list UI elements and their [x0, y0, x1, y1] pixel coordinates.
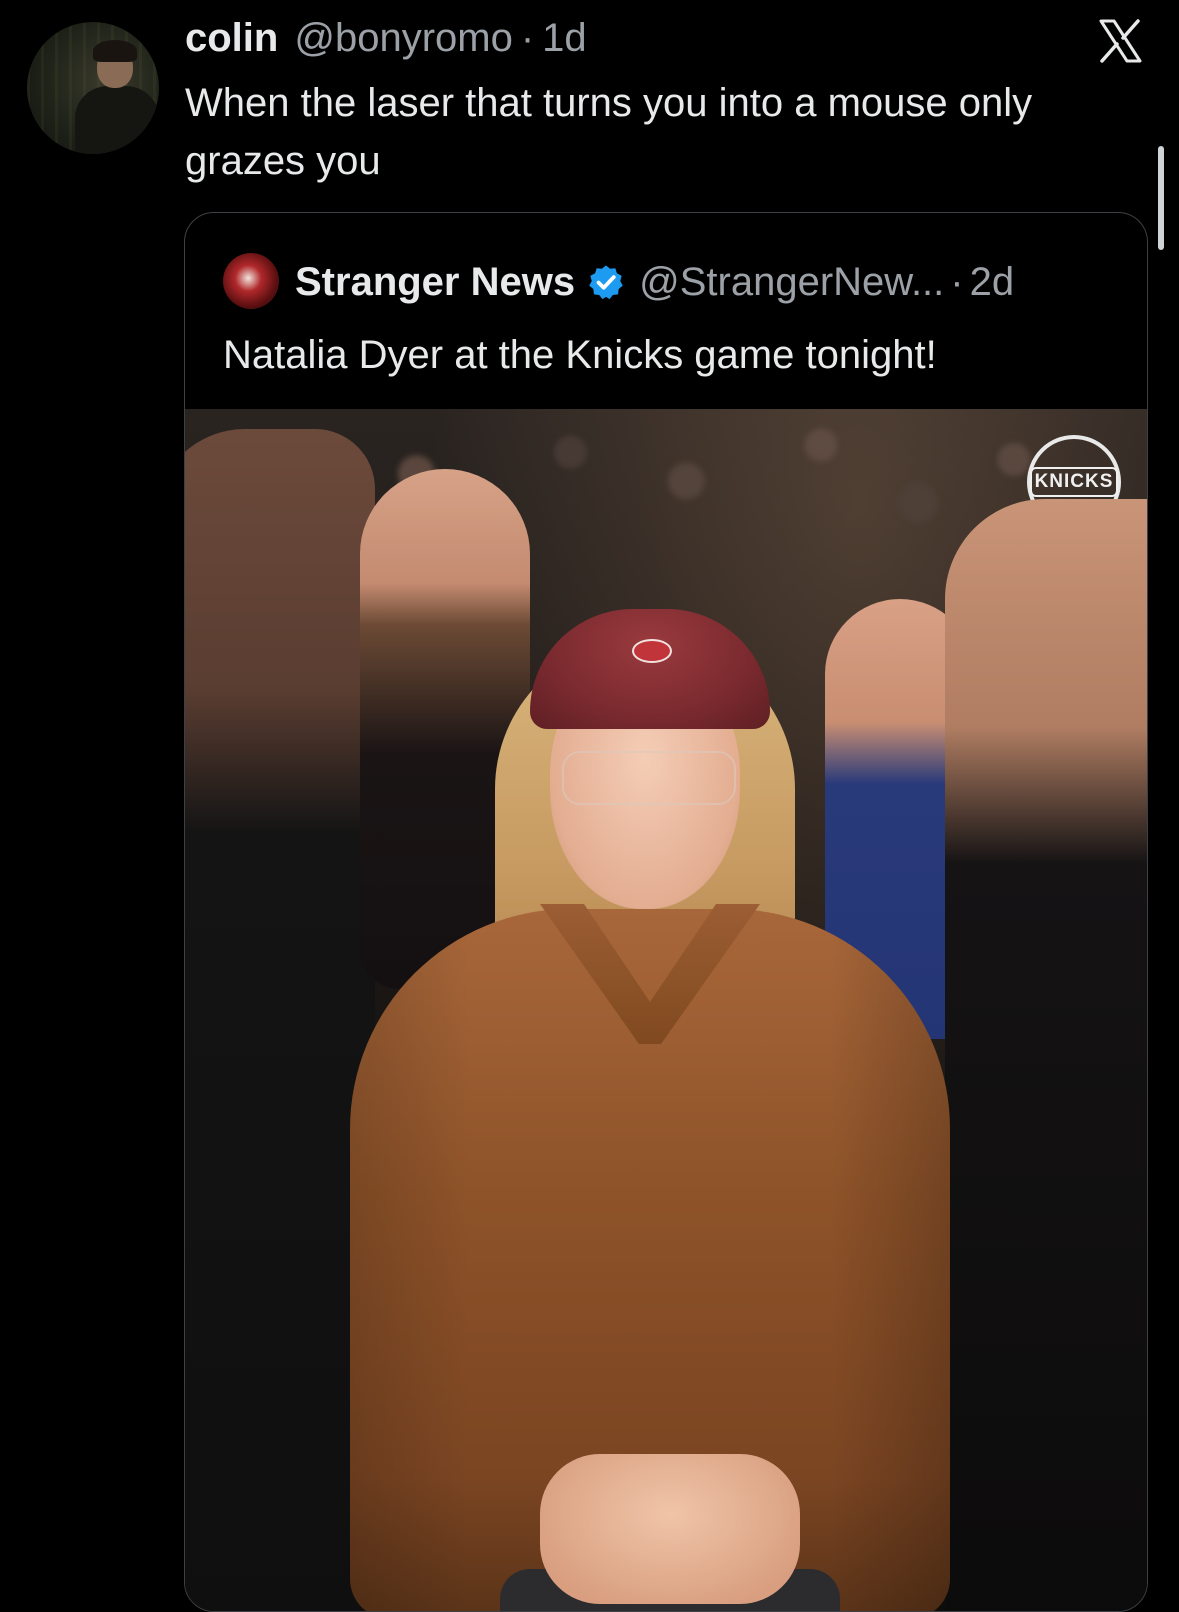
subject-glasses: [562, 751, 736, 805]
scrollbar-thumb[interactable]: [1158, 146, 1164, 250]
author-name[interactable]: colin: [185, 16, 278, 61]
avatar-hair: [93, 40, 137, 62]
quoted-author-handle[interactable]: @StrangerNew...: [639, 260, 944, 305]
author-avatar[interactable]: [27, 22, 159, 154]
subject-cap: [530, 609, 770, 729]
subject-hands: [540, 1454, 800, 1604]
cap-logo: [632, 639, 672, 663]
tweet-header: colin @bonyromo · 1d: [185, 16, 587, 68]
x-logo-icon: [1099, 19, 1142, 63]
author-handle[interactable]: @bonyromo: [294, 16, 512, 61]
quoted-author-name[interactable]: Stranger News: [295, 260, 575, 305]
verified-badge-icon: [589, 265, 623, 300]
quoted-tweet-header: Stranger News @StrangerNew... · 2d: [295, 257, 1014, 307]
photo-subject: [320, 509, 960, 1611]
quoted-author-avatar[interactable]: [223, 253, 279, 309]
quoted-tweet-card[interactable]: Stranger News @StrangerNew... · 2d Natal…: [184, 212, 1148, 1612]
tweet-time[interactable]: 1d: [542, 16, 587, 61]
quoted-tweet-text: Natalia Dyer at the Knicks game tonight!: [223, 333, 937, 377]
avatar-body: [75, 86, 159, 154]
quoted-tweet-time[interactable]: 2d: [970, 260, 1015, 305]
quoted-header-separator: ·: [950, 259, 964, 304]
tweet-text: When the laser that turns you into a mou…: [185, 81, 1033, 183]
photo-person-right: [945, 499, 1147, 1611]
quoted-tweet-photo[interactable]: KNICKS: [185, 409, 1147, 1611]
knicks-logo-text: KNICKS: [1029, 467, 1119, 497]
header-separator: ·: [520, 16, 535, 60]
